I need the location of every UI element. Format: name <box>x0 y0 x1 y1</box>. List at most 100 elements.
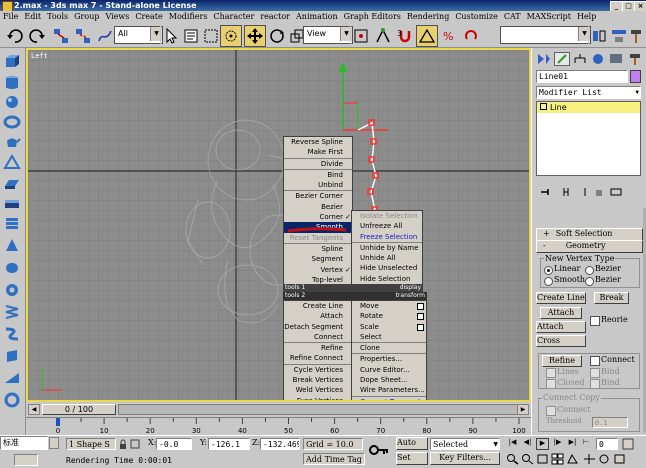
display-tab-icon[interactable] <box>608 52 624 66</box>
bind-space-warp-icon[interactable] <box>94 25 116 47</box>
motion-tab-icon[interactable] <box>590 52 606 66</box>
utilities-tab-icon[interactable] <box>628 52 644 66</box>
create-line-button[interactable]: Create Line <box>536 292 586 304</box>
make-unique-icon[interactable] <box>580 187 590 197</box>
create-hose-icon[interactable] <box>3 326 21 342</box>
create-cone-icon[interactable] <box>3 238 21 254</box>
maxscript-mini-listener[interactable] <box>14 454 38 466</box>
modifier-list-dropdown[interactable]: Modifier List ▼ <box>536 86 641 99</box>
menu-tools[interactable]: Tools <box>44 11 71 22</box>
create-tube-icon[interactable] <box>3 392 21 408</box>
mirror-icon[interactable] <box>588 25 610 47</box>
auto-key-button[interactable]: Auto Key <box>396 437 428 450</box>
key-mode-toggle-icon[interactable]: ⊢ <box>583 438 593 450</box>
quad-ul-item[interactable]: Corner ✓ <box>284 212 352 222</box>
quad-ll-item[interactable]: Create Line <box>284 301 352 311</box>
rollout-geometry[interactable]: - Geometry <box>536 240 643 253</box>
radio-smooth[interactable] <box>544 277 553 286</box>
quad-ll-item[interactable]: Connect <box>284 332 352 344</box>
quad-ul-item[interactable]: Make First <box>284 147 352 159</box>
prev-frame-arrow-icon[interactable]: ◀ <box>28 404 40 415</box>
viewport-label[interactable]: Left <box>31 52 48 60</box>
create-spring-icon[interactable] <box>3 304 21 320</box>
x-coord-field[interactable]: -0.0 <box>156 438 192 450</box>
quad-ur-item[interactable]: Hide Unselected <box>352 263 422 273</box>
zoom-extents-all-icon[interactable] <box>551 453 564 465</box>
quad-ul-item[interactable]: Reverse Spline <box>284 137 352 147</box>
refine-button[interactable]: Refine <box>542 355 582 367</box>
angle-snap-icon[interactable] <box>416 25 438 47</box>
z-coord-field[interactable]: -132.469 <box>260 438 300 450</box>
zoom-icon[interactable] <box>506 453 519 465</box>
create-box-icon[interactable] <box>3 196 21 212</box>
quad-lr-item[interactable]: Scale <box>352 322 426 332</box>
modify-tab-icon[interactable] <box>554 52 570 66</box>
current-frame-field[interactable]: 0 <box>596 438 618 450</box>
select-and-move-icon[interactable] <box>244 25 266 47</box>
go-to-start-icon[interactable]: |◀ <box>506 438 519 450</box>
create-teapot-icon[interactable] <box>3 134 21 150</box>
quad-lr-item[interactable]: Dope Sheet... <box>352 375 426 385</box>
redo-icon[interactable] <box>26 25 48 47</box>
radio-linear[interactable] <box>544 266 553 275</box>
menu-modifiers[interactable]: Modifiers <box>166 11 211 22</box>
create-stack-icon[interactable] <box>3 216 21 232</box>
menu-create[interactable]: Create <box>132 11 165 22</box>
quad-ul-item[interactable]: Segment <box>284 254 352 264</box>
quad-ul-item[interactable]: Bezier Corner <box>284 191 352 201</box>
remove-modifier-icon[interactable] <box>594 187 604 197</box>
time-configuration-icon[interactable] <box>622 438 634 450</box>
attach-button[interactable]: Attach <box>540 307 582 319</box>
quad-ll-item[interactable]: Refine <box>284 343 352 353</box>
create-wedge-icon[interactable] <box>3 370 21 386</box>
settings-box-icon[interactable] <box>417 303 424 310</box>
spinner-snap-icon[interactable] <box>460 25 482 47</box>
track-bar[interactable]: 0 10 20 30 40 50 60 70 80 90 100 <box>26 417 531 435</box>
quad-ul-item[interactable]: Vertex ✓ <box>284 265 352 275</box>
create-gear-icon[interactable] <box>3 282 21 298</box>
configure-modifier-sets-icon[interactable] <box>610 187 622 197</box>
key-mode-dropdown[interactable]: Selected ▼ <box>430 438 500 450</box>
create-cylinder-icon[interactable] <box>3 74 21 90</box>
linear-checkbox[interactable] <box>546 368 556 378</box>
quad-ul-item[interactable]: Unbind <box>284 180 352 192</box>
quad-ur-item[interactable]: Unfreeze All <box>352 221 422 231</box>
prev-frame-icon[interactable]: ◀| <box>521 438 534 450</box>
quad-ul-item[interactable]: Reset Tangents <box>284 233 352 244</box>
quad-lr-item[interactable]: Curve Editor... <box>352 365 426 375</box>
quad-ul-item[interactable]: Divide <box>284 159 352 170</box>
quad-lr-item[interactable]: Wire Parameters... <box>352 385 426 397</box>
current-frame-marker[interactable] <box>56 418 60 426</box>
add-time-tag[interactable]: Add Time Tag <box>303 453 365 465</box>
percent-snap-icon[interactable]: % <box>438 25 460 47</box>
quad-ll-item[interactable]: Detach Segment <box>284 322 352 332</box>
cross-section-button[interactable]: Cross Section <box>536 335 586 347</box>
next-frame-icon[interactable]: |▶ <box>551 438 564 450</box>
menu-customize[interactable]: Customize <box>452 11 501 22</box>
radio-bezier-corner[interactable] <box>585 277 594 286</box>
pivot-center-icon[interactable] <box>350 25 372 47</box>
menu-views[interactable]: Views <box>102 11 132 22</box>
break-button[interactable]: Break <box>594 292 629 304</box>
menu-reactor[interactable]: reactor <box>257 11 293 22</box>
quad-ll-item[interactable]: Cycle Vertices <box>284 365 352 375</box>
zoom-all-icon[interactable] <box>521 453 534 465</box>
pin-stack-icon[interactable] <box>540 187 552 197</box>
viewport-left[interactable]: Left Reverse Spline Make First Divide Bind U… <box>26 48 531 402</box>
radio-bezier[interactable] <box>585 266 594 275</box>
absolute-mode-icon[interactable] <box>130 439 140 449</box>
field-of-view-icon[interactable] <box>566 453 579 465</box>
reorient-checkbox[interactable] <box>590 316 600 326</box>
bind-first-checkbox[interactable] <box>590 368 600 378</box>
create-sphere-icon[interactable] <box>3 94 21 110</box>
quad-ul-item[interactable]: Spline <box>284 244 352 254</box>
quad-lr-item[interactable]: Rotate <box>352 311 426 321</box>
settings-box-icon[interactable] <box>417 313 424 321</box>
create-plane-icon[interactable] <box>3 176 21 192</box>
create-torus-icon[interactable] <box>3 114 21 130</box>
ime-toggle-icon[interactable] <box>49 437 59 449</box>
quad-ur-item[interactable]: Unhide All <box>352 253 422 263</box>
key-filters-button[interactable]: Key Filters... <box>430 452 500 465</box>
create-prism-icon[interactable] <box>3 348 21 364</box>
ime-language-indicator[interactable]: 标准 <box>0 436 48 450</box>
